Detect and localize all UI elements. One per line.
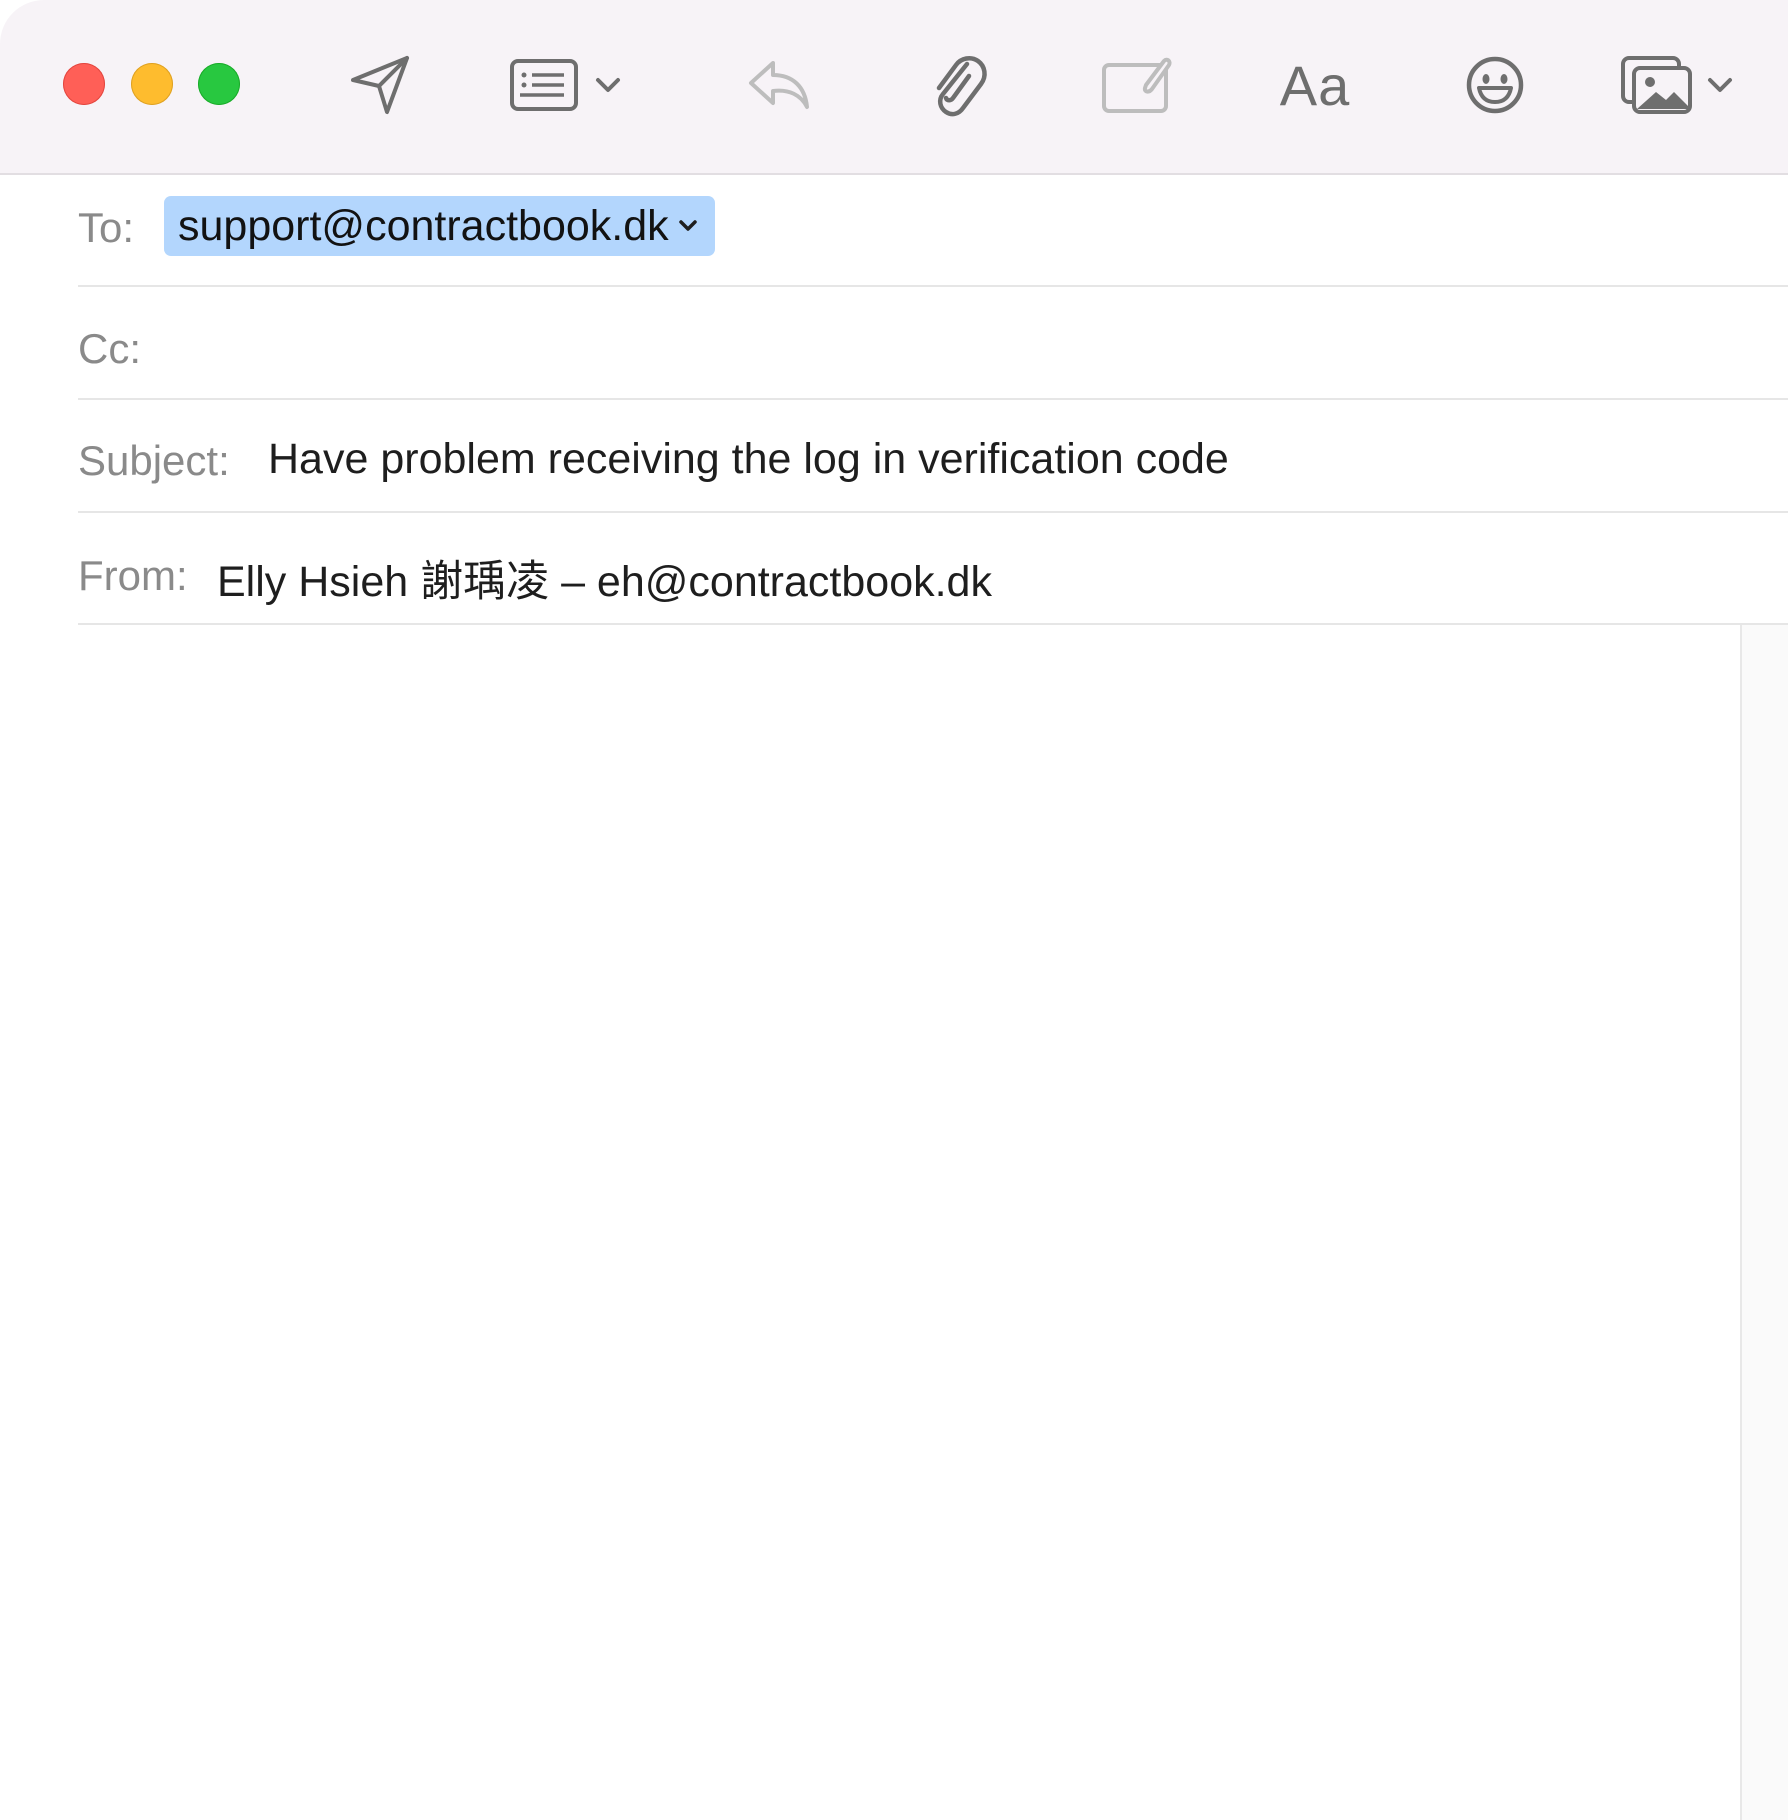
message-body-editor[interactable]: [0, 625, 1740, 1820]
send-button[interactable]: [340, 40, 420, 130]
toolbar: Aa: [0, 0, 1788, 175]
zoom-window-button[interactable]: [198, 63, 240, 105]
header-list-icon: [510, 59, 578, 111]
from-field-row: From: Elly Hsieh 謝瑀凌 – eh@contractbook.d…: [78, 512, 1788, 625]
cc-label: Cc:: [78, 325, 141, 372]
reply-arrow-icon: [749, 61, 809, 109]
attach-button[interactable]: [918, 40, 998, 130]
cc-field-row[interactable]: Cc:: [78, 287, 1788, 400]
recipient-address: support@contractbook.dk: [178, 201, 669, 250]
format-button[interactable]: Aa: [1270, 40, 1360, 130]
subject-field-row: Subject: Have problem receiving the log …: [78, 400, 1788, 513]
photo-browser-icon: [1621, 56, 1692, 114]
subject-field[interactable]: Have problem receiving the log in verifi…: [268, 435, 1229, 484]
markup-icon: [1102, 57, 1172, 113]
chevron-down-icon: [596, 78, 620, 92]
recipient-token[interactable]: support@contractbook.dk: [164, 196, 715, 256]
header-fields-menu-button[interactable]: [500, 40, 630, 130]
markup-button[interactable]: [1096, 40, 1176, 130]
chevron-down-icon[interactable]: [677, 218, 699, 234]
minimize-window-button[interactable]: [131, 63, 173, 105]
emoji-button[interactable]: [1455, 40, 1535, 130]
reply-button[interactable]: [738, 40, 818, 130]
from-account-selector[interactable]: Elly Hsieh 謝瑀凌 – eh@contractbook.dk: [217, 547, 992, 609]
to-label: To:: [78, 204, 135, 251]
paper-plane-icon: [351, 56, 409, 114]
to-field-row: To: support@contractbook.dk: [78, 174, 1788, 287]
compose-window: Aa To: support@contractbook.dk Cc: Subje…: [0, 0, 1788, 1820]
format-text-icon: Aa: [1279, 53, 1351, 117]
scrollbar-track[interactable]: [1740, 625, 1788, 1820]
photo-browser-button[interactable]: [1612, 40, 1742, 130]
paperclip-icon: [936, 55, 987, 117]
close-window-button[interactable]: [63, 63, 105, 105]
smiley-icon: [1466, 56, 1524, 114]
from-label: From:: [78, 552, 188, 599]
subject-label: Subject:: [78, 437, 230, 484]
chevron-down-icon: [1708, 78, 1732, 92]
